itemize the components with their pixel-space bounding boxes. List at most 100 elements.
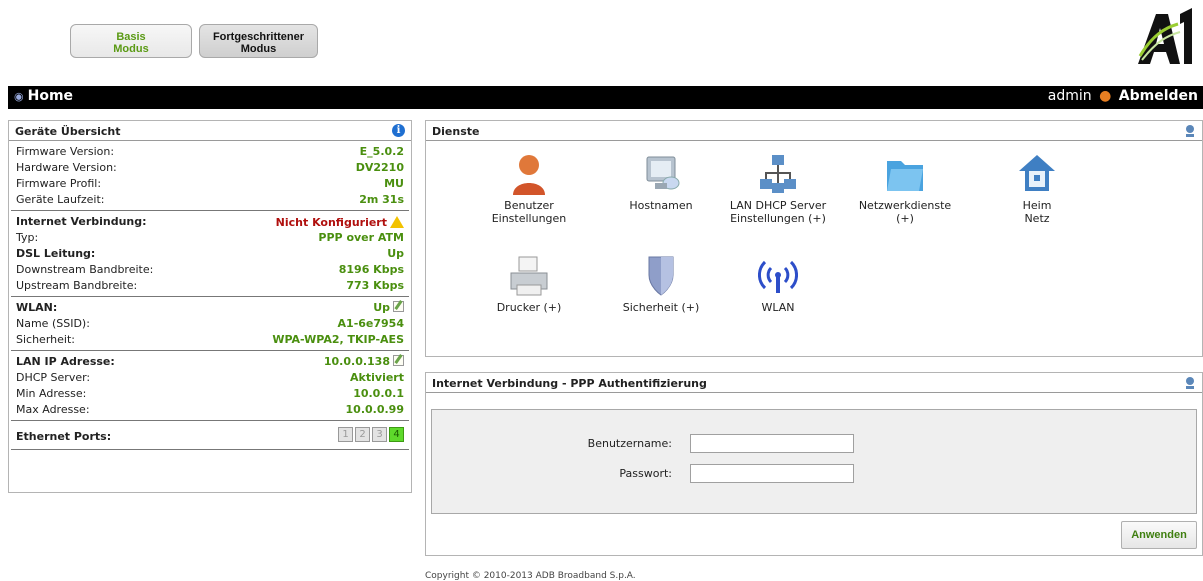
service-network-services[interactable]: Netzwerkdienste (+) xyxy=(850,153,960,225)
home-label: Home xyxy=(27,88,74,104)
ethernet-port-4[interactable]: 4 xyxy=(389,427,404,442)
wifi-icon xyxy=(758,255,798,297)
panel-header: Geräte Übersicht i xyxy=(9,121,411,141)
row-label: Min Adresse: xyxy=(16,387,87,400)
row-value: Nicht Konfiguriert xyxy=(275,216,387,229)
row-label: Firmware Profil: xyxy=(16,177,102,190)
password-field[interactable] xyxy=(690,464,854,483)
service-wlan[interactable]: WLAN xyxy=(723,255,833,314)
printer-icon xyxy=(509,255,549,297)
panel-title: Internet Verbindung - PPP Authentifizier… xyxy=(432,377,707,390)
dhcp-server-row: DHCP Server: Aktiviert xyxy=(16,370,404,386)
row-value: WPA-WPA2, TKIP-AES xyxy=(272,333,404,346)
folder-icon xyxy=(885,153,925,195)
panel-header: Internet Verbindung - PPP Authentifizier… xyxy=(426,373,1202,393)
row-label: Downstream Bandbreite: xyxy=(16,263,154,276)
password-row: Passwort: xyxy=(432,464,672,484)
ethernet-port-1[interactable]: 1 xyxy=(338,427,353,442)
monitor-icon xyxy=(641,153,681,195)
top-navigation-bar: ◉ Home admin ● Abmelden xyxy=(8,86,1203,109)
row-label: Hardware Version: xyxy=(16,161,117,174)
home-link[interactable]: ◉ Home xyxy=(14,88,73,104)
username-field[interactable] xyxy=(690,434,854,453)
house-icon xyxy=(1017,153,1057,195)
service-label: Benutzer Einstellungen xyxy=(491,199,567,225)
service-home-network[interactable]: Heim Netz xyxy=(982,153,1092,225)
row-value: 2m 31s xyxy=(359,193,404,206)
row-value: 10.0.0.138 xyxy=(323,355,390,368)
security-row: Sicherheit: WPA-WPA2, TKIP-AES xyxy=(16,332,404,348)
lan-section: LAN IP Adresse: 10.0.0.138 DHCP Server: Ak… xyxy=(11,351,409,421)
user-icon: ● xyxy=(1099,88,1112,104)
ssid-row: Name (SSID): A1-6e7954 xyxy=(16,316,404,332)
row-value: 10.0.0.1 xyxy=(353,387,404,400)
row-value: E_5.0.2 xyxy=(359,145,404,158)
dsl-line-row: DSL Leitung: Up xyxy=(16,246,404,262)
row-value: 773 Kbps xyxy=(346,279,404,292)
ppp-authentication-panel: Internet Verbindung - PPP Authentifizier… xyxy=(425,372,1203,556)
user-icon xyxy=(509,153,549,195)
row-value: Up xyxy=(387,247,404,260)
help-icon[interactable] xyxy=(1184,124,1196,141)
basic-mode-button[interactable]: Basis Modus xyxy=(70,24,192,58)
warning-icon xyxy=(390,216,404,228)
network-icon xyxy=(758,153,798,195)
a1-logo: A1 xyxy=(1134,6,1196,68)
ethernet-port-3[interactable]: 3 xyxy=(372,427,387,442)
wlan-section: WLAN: Up Name (SSID): A1-6e7954 Sicherheit… xyxy=(11,297,409,351)
row-label: Upstream Bandbreite: xyxy=(16,279,138,292)
device-overview-panel: Geräte Übersicht i Firmware Version: E_5.… xyxy=(8,120,412,493)
user-area: admin ● Abmelden xyxy=(1048,88,1198,104)
panel-header: Dienste xyxy=(426,121,1202,141)
row-label: DHCP Server: xyxy=(16,371,91,384)
password-label: Passwort: xyxy=(619,467,672,480)
connection-type-row: Typ: PPP over ATM xyxy=(16,230,404,246)
panel-title: Dienste xyxy=(432,125,480,138)
ethernet-port-2[interactable]: 2 xyxy=(355,427,370,442)
uptime-row: Geräte Laufzeit: 2m 31s xyxy=(16,192,404,208)
row-value: 8196 Kbps xyxy=(338,263,404,276)
advanced-mode-button[interactable]: Fortgeschrittener Modus xyxy=(199,24,318,58)
service-printer[interactable]: Drucker (+) xyxy=(474,255,584,314)
username-label: Benutzername: xyxy=(587,437,672,450)
firmware-version-row: Firmware Version: E_5.0.2 xyxy=(16,144,404,160)
row-label: DSL Leitung: xyxy=(16,247,96,260)
row-value: 10.0.0.99 xyxy=(345,403,404,416)
help-icon[interactable] xyxy=(1184,376,1196,393)
row-label: LAN IP Adresse: xyxy=(16,355,115,368)
row-value-wrap: 10.0.0.138 xyxy=(324,354,404,370)
ethernet-section: Ethernet Ports: 1 2 3 4 xyxy=(11,421,409,450)
hardware-version-row: Hardware Version: DV2210 xyxy=(16,160,404,176)
max-address-row: Max Adresse: 10.0.0.99 xyxy=(16,402,404,418)
service-user-settings[interactable]: Benutzer Einstellungen xyxy=(474,153,584,225)
device-info-section: Firmware Version: E_5.0.2 Hardware Versio… xyxy=(11,141,409,211)
row-value-wrap: Up xyxy=(373,300,404,316)
row-label: Internet Verbindung: xyxy=(16,215,147,228)
row-label: Sicherheit: xyxy=(16,333,75,346)
internet-connection-row[interactable]: Internet Verbindung: Nicht Konfiguriert xyxy=(16,214,404,230)
logout-link[interactable]: Abmelden xyxy=(1119,88,1198,104)
service-lan-dhcp[interactable]: LAN DHCP Server Einstellungen (+) xyxy=(723,153,833,225)
row-label: Geräte Laufzeit: xyxy=(16,193,105,206)
row-value: DV2210 xyxy=(355,161,404,174)
service-security[interactable]: Sicherheit (+) xyxy=(606,255,716,314)
apply-button[interactable]: Anwenden xyxy=(1121,521,1197,549)
row-value: MU xyxy=(384,177,404,190)
service-hostnames[interactable]: Hostnamen xyxy=(606,153,716,212)
edit-icon[interactable] xyxy=(393,355,404,366)
internet-section: Internet Verbindung: Nicht Konfiguriert T… xyxy=(11,211,409,297)
service-label: Netzwerkdienste (+) xyxy=(858,199,952,225)
services-panel: Dienste Benutzer Einstellungen Hostnamen… xyxy=(425,120,1203,357)
copyright-text: Copyright © 2010-2013 ADB Broadband S.p.… xyxy=(425,571,636,581)
wlan-status-row: WLAN: Up xyxy=(16,300,404,316)
row-label: Ethernet Ports: xyxy=(16,430,112,443)
ethernet-port-indicators: 1 2 3 4 xyxy=(338,427,404,447)
info-icon[interactable]: i xyxy=(392,124,405,137)
row-label: WLAN: xyxy=(16,301,58,314)
panel-title: Geräte Übersicht xyxy=(15,125,121,138)
username-row: Benutzername: xyxy=(432,434,672,454)
service-label: WLAN xyxy=(761,301,795,314)
edit-icon[interactable] xyxy=(393,301,404,312)
service-label: Sicherheit (+) xyxy=(622,301,700,314)
row-label: Max Adresse: xyxy=(16,403,90,416)
